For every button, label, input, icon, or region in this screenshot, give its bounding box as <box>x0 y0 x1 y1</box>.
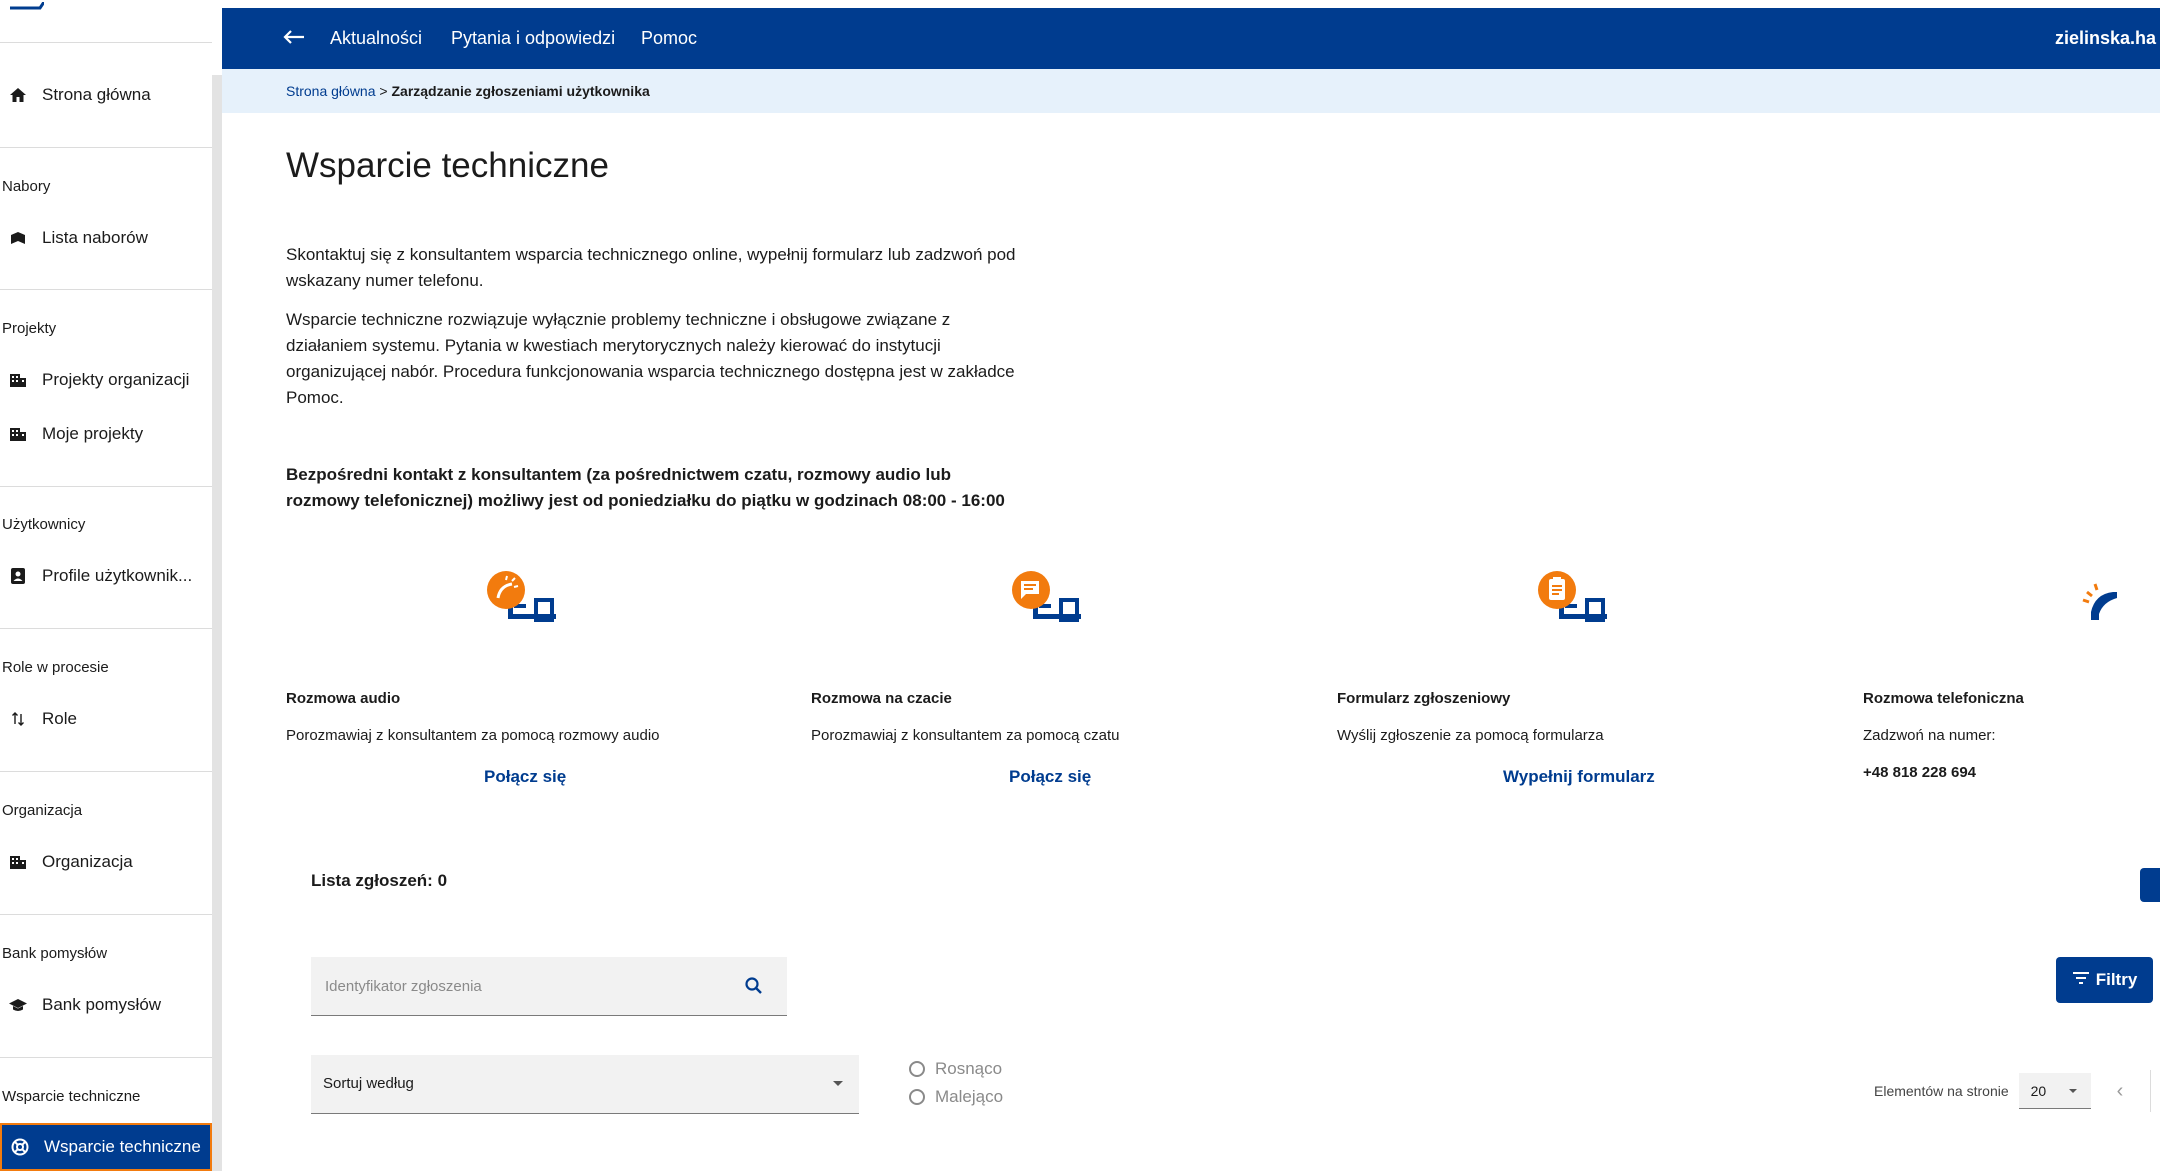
nav-link-news[interactable]: Aktualności <box>330 28 422 49</box>
support-hours-text: Bezpośredni kontakt z konsultantem (za p… <box>286 465 1005 510</box>
ticket-list-title: Lista zgłoszeń: 0 <box>311 871 448 890</box>
channel-description: Zadzwoń na numer: <box>1863 727 1996 744</box>
sidebar-item-label: Lista naborów <box>42 228 148 247</box>
home-icon <box>8 85 28 105</box>
scope-paragraph: Wsparcie techniczne rozwiązuje wyłącznie… <box>286 310 1015 407</box>
sidebar-item-label: Organizacja <box>42 852 133 871</box>
divider <box>0 628 212 629</box>
channel-description: Porozmawiaj z konsultantem za pomocą cza… <box>811 727 1120 744</box>
sidebar-section-title: Bank pomysłów <box>2 945 108 962</box>
radio-label: Malejąco <box>935 1087 1004 1106</box>
dropdown-arrow-icon <box>2068 1089 2077 1093</box>
building-icon <box>8 852 28 872</box>
sort-arrows-icon <box>8 709 28 729</box>
divider <box>0 289 212 290</box>
sidebar-section-title: Użytkownicy <box>2 516 86 533</box>
sidebar-item-label: Wsparcie techniczne <box>44 1137 201 1156</box>
contact-card-icon <box>8 566 28 586</box>
filters-button[interactable]: Filtry <box>2056 957 2153 1003</box>
sidebar-item-home[interactable]: Strona główna <box>0 71 212 119</box>
sidebar-section-title: Organizacja <box>2 802 83 819</box>
channel-description: Wyślij zgłoszenie za pomocą formularza <box>1337 727 1604 744</box>
user-menu[interactable]: zielinska.ha <box>2055 28 2156 49</box>
logo-icon <box>10 2 44 10</box>
sort-by-label: Sortuj według <box>323 1075 414 1092</box>
sidebar: Strona główna Nabory Lista naborów Proje… <box>0 0 222 1171</box>
per-page-select[interactable]: 20 <box>2018 1073 2091 1109</box>
channel-title: Rozmowa audio <box>286 690 401 707</box>
connect-chat-link[interactable]: Połącz się <box>1009 767 1091 787</box>
sidebar-item-organization-projects[interactable]: Projekty organizacji <box>0 356 212 404</box>
top-navigation-bar: Aktualności Pytania i odpowiedzi Pomoc z… <box>222 8 2160 69</box>
filters-label: Filtry <box>2095 970 2138 989</box>
next-page-button-partial[interactable] <box>2150 1070 2160 1112</box>
divider <box>0 771 212 772</box>
divider <box>0 1057 212 1058</box>
sidebar-item-roles[interactable]: Role <box>0 695 212 743</box>
sidebar-item-label: Strona główna <box>42 85 151 104</box>
filter-icon <box>2072 970 2090 990</box>
audio-call-icon <box>487 571 556 622</box>
channel-title: Rozmowa na czacie <box>811 690 952 707</box>
back-arrow-icon[interactable] <box>282 27 306 52</box>
nav-link-help[interactable]: Pomoc <box>641 28 697 49</box>
sidebar-item-technical-support[interactable]: Wsparcie techniczne <box>0 1123 212 1171</box>
sidebar-item-label: Moje projekty <box>42 424 144 443</box>
chat-icon <box>1012 571 1081 622</box>
previous-page-icon[interactable]: ‹ <box>2117 1080 2124 1103</box>
building-icon <box>8 370 28 390</box>
sidebar-item-organization[interactable]: Organizacja <box>0 838 212 886</box>
sidebar-item-label: Profile użytkownik... <box>42 566 193 585</box>
channel-title: Rozmowa telefoniczna <box>1863 690 2024 707</box>
sort-descending-radio[interactable]: Malejąco <box>909 1087 1003 1107</box>
dropdown-arrow-icon <box>833 1081 843 1086</box>
add-ticket-button[interactable] <box>2140 868 2160 902</box>
sidebar-item-user-profiles[interactable]: Profile użytkownik... <box>0 552 212 600</box>
channel-description: Porozmawiaj z konsultantem za pomocą roz… <box>286 727 660 744</box>
sidebar-section-title: Role w procesie <box>2 659 109 676</box>
lifebuoy-icon <box>10 1137 30 1157</box>
radio-circle-icon <box>909 1089 925 1105</box>
sidebar-section-title: Nabory <box>2 178 51 195</box>
breadcrumb-current: Zarządzanie zgłoszeniami użytkownika <box>391 83 650 99</box>
divider <box>0 147 212 148</box>
breadcrumb: Strona główna > Zarządzanie zgłoszeniami… <box>222 69 2160 113</box>
sort-ascending-radio[interactable]: Rosnąco <box>909 1059 1002 1079</box>
phone-icon <box>2082 583 2117 620</box>
nav-link-faq[interactable]: Pytania i odpowiedzi <box>451 28 615 49</box>
books-icon <box>8 228 28 248</box>
sort-by-select[interactable]: Sortuj według <box>311 1055 859 1114</box>
page-title: Wsparcie techniczne <box>286 146 609 185</box>
channel-title: Formularz zgłoszeniowy <box>1337 690 1511 707</box>
pagination: Elementów na stronie 20 ‹ <box>1874 1073 2123 1109</box>
sidebar-item-label: Bank pomysłów <box>42 995 162 1014</box>
graduation-cap-icon <box>8 995 28 1015</box>
sidebar-scrollbar[interactable] <box>212 75 222 1171</box>
sidebar-section-title: Projekty <box>2 320 57 337</box>
radio-circle-icon <box>909 1061 925 1077</box>
breadcrumb-home-link[interactable]: Strona główna <box>286 83 376 99</box>
sidebar-item-recruitment-list[interactable]: Lista naborów <box>0 214 212 262</box>
search-icon[interactable] <box>744 976 764 1001</box>
sidebar-section-title: Wsparcie techniczne <box>2 1088 141 1105</box>
connect-audio-link[interactable]: Połącz się <box>484 767 566 787</box>
form-icon <box>1538 571 1607 622</box>
ticket-id-search <box>311 957 787 1016</box>
building-icon <box>8 424 28 444</box>
radio-label: Rosnąco <box>935 1059 1003 1078</box>
per-page-label: Elementów na stronie <box>1874 1083 2009 1099</box>
sidebar-item-idea-bank[interactable]: Bank pomysłów <box>0 981 212 1029</box>
sidebar-item-label: Projekty organizacji <box>42 370 190 389</box>
sidebar-header <box>0 0 212 43</box>
fill-form-link[interactable]: Wypełnij formularz <box>1503 767 1655 787</box>
divider <box>0 486 212 487</box>
intro-paragraph: Skontaktuj się z konsultantem wsparcia t… <box>286 245 1016 290</box>
sidebar-item-label: Role <box>42 709 77 728</box>
per-page-value: 20 <box>2030 1082 2047 1099</box>
sidebar-item-my-projects[interactable]: Moje projekty <box>0 410 212 458</box>
breadcrumb-separator: > <box>379 83 388 99</box>
phone-number: +48 818 228 694 <box>1863 764 1977 781</box>
divider <box>0 914 212 915</box>
search-input[interactable] <box>323 973 727 999</box>
